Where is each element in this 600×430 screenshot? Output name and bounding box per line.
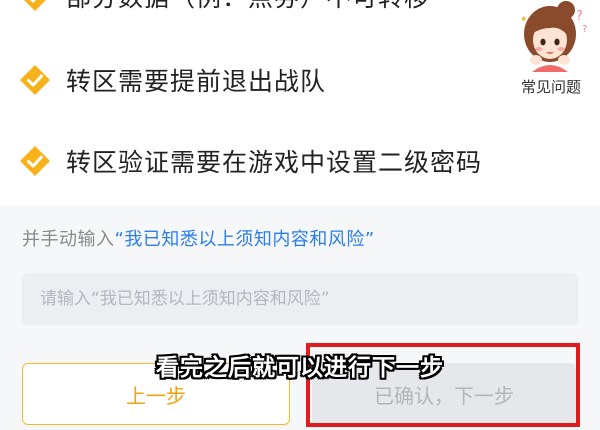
video-subtitle: 看完之后就可以进行下一步 — [156, 355, 444, 381]
faq-label: 常见问题 — [520, 78, 581, 96]
notice-item: 转区验证需要在游戏中设置二级密码 — [18, 143, 482, 179]
svg-text:?: ? — [582, 24, 587, 35]
confirm-phrase: “我已知悉以上须知内容和风险” — [114, 229, 375, 250]
svg-text:✦: ✦ — [520, 15, 528, 25]
instruction-prefix: 并手动输入 — [22, 229, 115, 250]
notice-text: 转区验证需要在游戏中设置二级密码 — [66, 148, 483, 177]
transfer-notice-page: 部分数据（例：点券）不可转移 转区需要提前退出战队 转区验证需要在游戏中设置二级… — [0, 0, 600, 430]
svg-text:?: ? — [576, 9, 583, 24]
check-diamond-icon — [20, 65, 50, 95]
confirm-instruction: 并手动输入“我已知悉以上须知内容和风险” — [22, 225, 375, 251]
notice-text: 转区需要提前退出战队 — [66, 67, 327, 96]
notice-item: 部分数据（例：点券）不可转移 — [18, 0, 430, 14]
cartoon-girl-avatar-icon: ? ? ✦ — [520, 1, 587, 72]
check-diamond-icon — [24, 0, 46, 11]
notice-item: 转区需要提前退出战队 — [18, 62, 326, 98]
confirm-phrase-input[interactable] — [22, 273, 578, 325]
check-diamond-icon — [20, 146, 50, 176]
notice-text: 部分数据（例：点券）不可转移 — [66, 0, 430, 14]
faq-button[interactable]: ? ? ✦ 常见问题 — [506, 0, 596, 100]
